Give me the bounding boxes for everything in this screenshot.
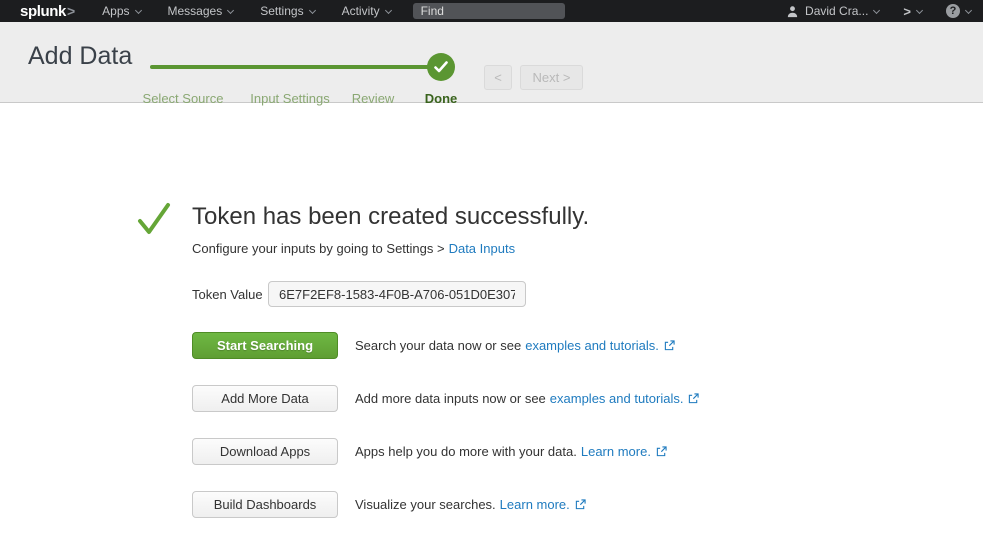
desc-text: Apps help you do more with your data. [355,444,577,459]
success-subtitle: Configure your inputs by going to Settin… [192,241,515,256]
page-title: Add Data [28,42,132,71]
data-inputs-link[interactable]: Data Inputs [449,241,516,256]
nav-menu-apps[interactable]: Apps [102,4,140,18]
learn-more-link[interactable]: Learn more. [581,444,651,459]
chevron-down-icon [385,6,392,13]
top-navbar: splunk > Apps Messages Settings Activity… [0,0,983,22]
help-menu[interactable]: ? [946,4,971,18]
external-link-icon [688,393,699,404]
share-icon: > [903,4,911,19]
add-more-data-desc: Add more data inputs now or see examples … [355,391,699,406]
user-icon [786,5,799,18]
build-dashboards-button[interactable]: Build Dashboards [192,491,338,518]
wizard-step-input-settings: Input Settings [250,91,330,106]
nav-menu-messages-label: Messages [168,4,223,18]
add-more-data-button[interactable]: Add More Data [192,385,338,412]
wizard-step-review: Review [352,91,395,106]
external-link-icon [575,499,586,510]
desc-text: Visualize your searches. [355,497,496,512]
chevron-down-icon [227,6,234,13]
wizard-progress-line [150,65,430,69]
start-searching-button[interactable]: Start Searching [192,332,338,359]
chevron-down-icon [873,6,880,13]
desc-text: Search your data now or see [355,338,521,353]
chevron-down-icon [134,6,141,13]
action-row-start-searching: Start Searching Search your data now or … [192,332,699,359]
nav-menu-activity[interactable]: Activity [342,4,391,18]
token-row: Token Value [192,281,526,307]
action-row-download-apps: Download Apps Apps help you do more with… [192,438,699,465]
desc-text: Add more data inputs now or see [355,391,546,406]
wizard-step-done: Done [425,91,458,106]
chevron-down-icon [916,6,923,13]
external-link-icon [656,446,667,457]
nav-menu-settings-label: Settings [260,4,303,18]
token-value-field[interactable] [268,281,526,307]
examples-tutorials-link[interactable]: examples and tutorials. [525,338,659,353]
back-button[interactable]: < [484,65,512,90]
action-row-build-dashboards: Build Dashboards Visualize your searches… [192,491,699,518]
splunk-logo-caret: > [67,3,75,19]
wizard-done-circle [427,53,455,81]
success-check-icon [137,201,171,237]
check-icon [434,61,448,73]
wizard-header: Add Data Select Source Input Settings Re… [0,22,983,103]
chevron-down-icon [965,6,972,13]
share-menu[interactable]: > [903,4,922,19]
learn-more-link[interactable]: Learn more. [500,497,570,512]
action-row-add-more-data: Add More Data Add more data inputs now o… [192,385,699,412]
download-apps-desc: Apps help you do more with your data. Lea… [355,444,667,459]
splunk-logo[interactable]: splunk > [20,3,75,20]
nav-menu-activity-label: Activity [342,4,380,18]
wizard-step-select-source: Select Source [143,91,224,106]
nav-menu-settings[interactable]: Settings [260,4,314,18]
subtitle-text: Configure your inputs by going to Settin… [192,241,445,256]
user-menu[interactable]: David Cra... [786,4,879,18]
external-link-icon [664,340,675,351]
build-dashboards-desc: Visualize your searches. Learn more. [355,497,586,512]
chevron-down-icon [309,6,316,13]
success-title: Token has been created successfully. [192,203,589,231]
user-name-label: David Cra... [805,4,868,18]
token-value-label: Token Value [192,287,268,302]
start-searching-desc: Search your data now or see examples and … [355,338,675,353]
examples-tutorials-link[interactable]: examples and tutorials. [550,391,684,406]
splunk-logo-text: splunk [20,3,66,20]
help-icon: ? [946,4,960,18]
nav-menu-messages[interactable]: Messages [168,4,234,18]
navbar-right-group: David Cra... > ? [786,4,971,19]
nav-menu-apps-label: Apps [102,4,129,18]
download-apps-button[interactable]: Download Apps [192,438,338,465]
action-list: Start Searching Search your data now or … [192,332,699,544]
next-button[interactable]: Next > [520,65,583,90]
find-search-input[interactable] [413,3,565,19]
